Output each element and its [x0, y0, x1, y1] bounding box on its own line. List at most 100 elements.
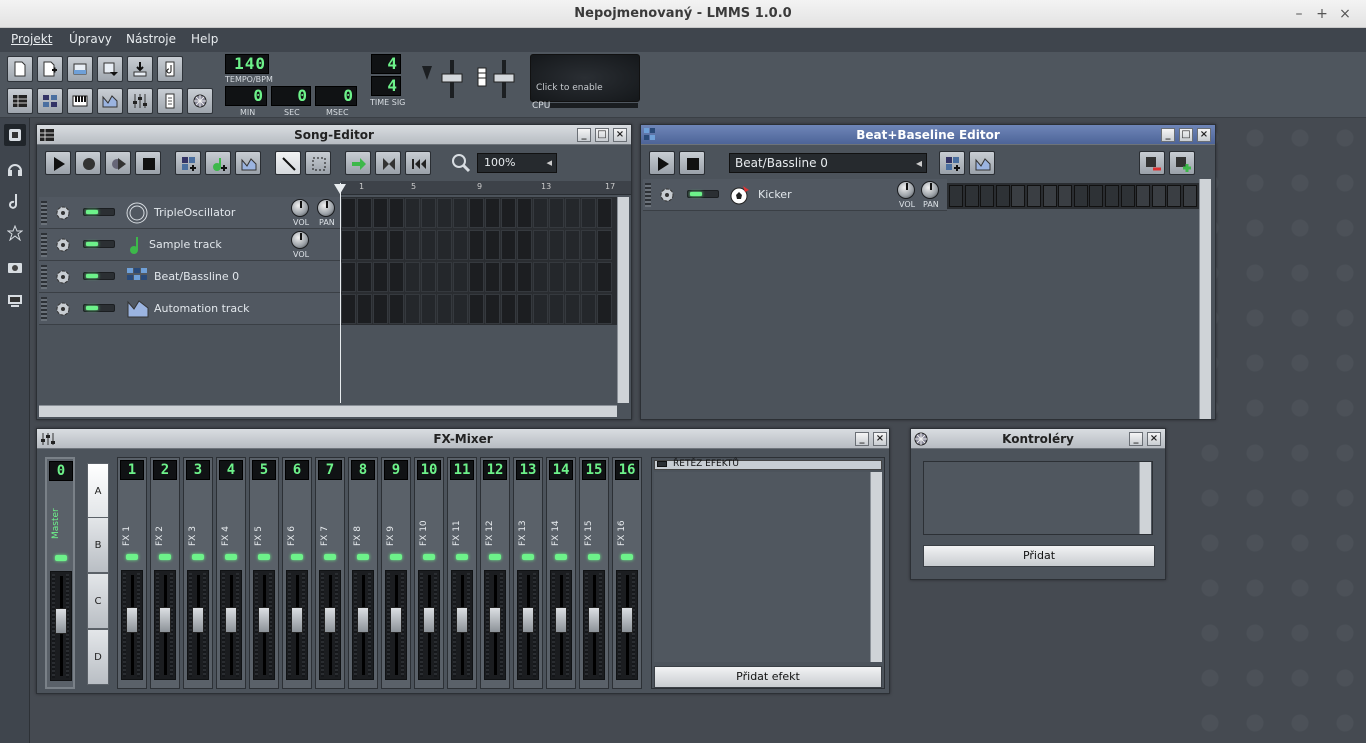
- sidebar-computer[interactable]: [4, 290, 26, 312]
- volume-knob[interactable]: [291, 231, 309, 249]
- channel-fader[interactable]: [616, 570, 638, 680]
- step-button[interactable]: [949, 185, 963, 207]
- pattern-cell[interactable]: [565, 262, 580, 292]
- pattern-cell[interactable]: [357, 230, 372, 260]
- drag-handle[interactable]: [41, 297, 47, 321]
- mixer-channel[interactable]: 2 FX 2: [150, 457, 180, 689]
- pattern-cell[interactable]: [517, 262, 532, 292]
- pattern-cell[interactable]: [565, 230, 580, 260]
- step-button[interactable]: [1105, 185, 1119, 207]
- step-button[interactable]: [1058, 185, 1073, 207]
- pattern-cell[interactable]: [357, 294, 372, 324]
- pattern-cell[interactable]: [453, 262, 468, 292]
- bank-c-button[interactable]: C: [87, 573, 109, 629]
- channel-mute-led[interactable]: [456, 554, 468, 560]
- piano-roll-button[interactable]: [67, 88, 93, 114]
- add-controller-button[interactable]: Přidat: [923, 545, 1155, 567]
- effects-chain-toggle[interactable]: [657, 461, 667, 467]
- record-button[interactable]: [75, 151, 101, 175]
- track-row-triple-oscillator[interactable]: TripleOscillator VOL PAN: [39, 197, 340, 229]
- stop-behaviour-button[interactable]: [405, 151, 431, 175]
- pattern-cell[interactable]: [373, 230, 388, 260]
- pattern-cell[interactable]: [373, 262, 388, 292]
- mixer-channel[interactable]: 5 FX 5: [249, 457, 279, 689]
- pattern-cell[interactable]: [421, 230, 436, 260]
- controllers-minimize[interactable]: _: [1129, 432, 1143, 446]
- track-row-sample[interactable]: Sample track VOL: [39, 229, 340, 261]
- channel-fader[interactable]: [187, 570, 209, 680]
- channel-mute-led[interactable]: [291, 554, 303, 560]
- master-pitch-slider[interactable]: [476, 58, 520, 100]
- channel-mute-led[interactable]: [324, 554, 336, 560]
- maximize-button[interactable]: +: [1313, 5, 1331, 23]
- mixer-channel[interactable]: 4 FX 4: [216, 457, 246, 689]
- channel-mute-led[interactable]: [225, 554, 237, 560]
- track-row-automation[interactable]: Automation track: [39, 293, 340, 325]
- pattern-cell[interactable]: [485, 294, 500, 324]
- mute-button[interactable]: [687, 190, 719, 198]
- edit-mode-button[interactable]: [305, 151, 331, 175]
- pattern-cell[interactable]: [549, 262, 564, 292]
- fx-mixer-minimize[interactable]: _: [855, 432, 869, 446]
- pattern-cell[interactable]: [389, 230, 404, 260]
- pattern-cell[interactable]: [373, 294, 388, 324]
- pattern-cell[interactable]: [341, 230, 356, 260]
- channel-mute-led[interactable]: [588, 554, 600, 560]
- sidebar-presets[interactable]: [4, 222, 26, 244]
- mixer-channel[interactable]: 3 FX 3: [183, 457, 213, 689]
- mixer-channel[interactable]: 15 FX 15: [579, 457, 609, 689]
- automation-editor-button[interactable]: [97, 88, 123, 114]
- loop-points-button[interactable]: [375, 151, 401, 175]
- channel-fader[interactable]: [451, 570, 473, 680]
- pattern-cell[interactable]: [565, 198, 580, 228]
- drag-handle[interactable]: [41, 233, 47, 257]
- pattern-cell[interactable]: [389, 198, 404, 228]
- step-button[interactable]: [1120, 185, 1135, 207]
- pattern-cell[interactable]: [453, 230, 468, 260]
- zoom-combobox[interactable]: 100% ◂: [477, 153, 557, 173]
- volume-knob[interactable]: [291, 199, 309, 217]
- channel-mute-led[interactable]: [522, 554, 534, 560]
- channel-mute-led[interactable]: [159, 554, 171, 560]
- sidebar-samples[interactable]: [4, 190, 26, 212]
- channel-fader[interactable]: [121, 570, 143, 680]
- pattern-cell[interactable]: [437, 198, 452, 228]
- pattern-cell[interactable]: [437, 262, 452, 292]
- pan-knob[interactable]: [317, 199, 335, 217]
- channel-mute-led[interactable]: [621, 554, 633, 560]
- pattern-cell[interactable]: [341, 198, 356, 228]
- pattern-cell[interactable]: [517, 198, 532, 228]
- pattern-cell[interactable]: [549, 230, 564, 260]
- pattern-cell[interactable]: [421, 294, 436, 324]
- channel-fader[interactable]: [253, 570, 275, 680]
- menu-nastroje[interactable]: Nástroje: [126, 32, 176, 46]
- channel-mute-led[interactable]: [55, 555, 67, 561]
- sidebar-projects[interactable]: [4, 158, 26, 180]
- pattern-cell[interactable]: [549, 294, 564, 324]
- stop-button[interactable]: [135, 151, 161, 175]
- pattern-cell[interactable]: [501, 294, 516, 324]
- pattern-cell[interactable]: [597, 294, 612, 324]
- bb-step-sequencer[interactable]: [947, 183, 1199, 209]
- pattern-cell[interactable]: [469, 294, 484, 324]
- channel-fader[interactable]: [517, 570, 539, 680]
- cpu-load-widget[interactable]: Click to enable: [530, 54, 640, 102]
- auto-scroll-button[interactable]: [345, 151, 371, 175]
- tempo-display[interactable]: 140: [225, 54, 269, 74]
- drag-handle[interactable]: [645, 183, 651, 207]
- gear-icon[interactable]: [55, 205, 71, 221]
- fx-mixer-close[interactable]: ×: [873, 432, 887, 446]
- bb-editor-minimize[interactable]: _: [1161, 128, 1175, 142]
- channel-fader[interactable]: [385, 570, 407, 680]
- recent-projects-button[interactable]: [97, 56, 123, 82]
- pattern-cell[interactable]: [517, 230, 532, 260]
- add-automation-track-button[interactable]: [235, 151, 261, 175]
- pattern-cell[interactable]: [421, 198, 436, 228]
- minimize-button[interactable]: –: [1290, 5, 1308, 23]
- drag-handle[interactable]: [41, 201, 47, 225]
- song-editor-button[interactable]: [7, 88, 33, 114]
- mixer-channel[interactable]: 1 FX 1: [117, 457, 147, 689]
- bb-editor-button[interactable]: [37, 88, 63, 114]
- pattern-cell[interactable]: [485, 262, 500, 292]
- pattern-cell[interactable]: [485, 198, 500, 228]
